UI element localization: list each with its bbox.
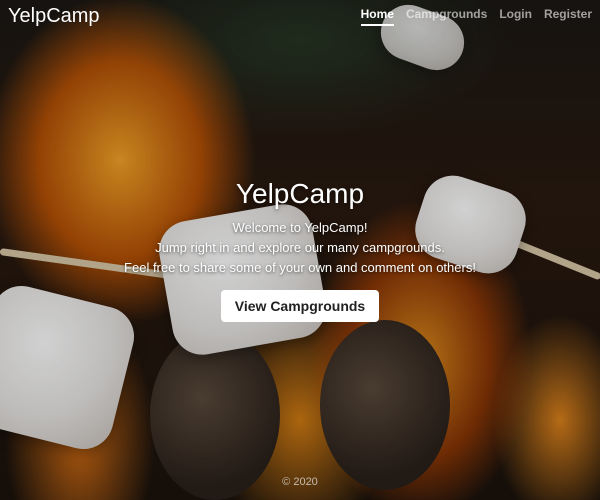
- brand-logo[interactable]: YelpCamp: [8, 5, 100, 28]
- navbar: YelpCamp Home Campgrounds Login Register: [0, 0, 600, 30]
- footer: © 2020: [0, 476, 600, 488]
- hero-welcome: Welcome to YelpCamp!: [232, 220, 368, 235]
- hero-title: YelpCamp: [235, 178, 365, 209]
- nav-home[interactable]: Home: [360, 7, 394, 26]
- hero-explore: Jump right in and explore our many campg…: [155, 240, 445, 255]
- hero-section: YelpCamp Welcome to YelpCamp! Jump right…: [0, 178, 600, 322]
- hero-share: Feel free to share some of your own and …: [124, 260, 476, 275]
- nav-login[interactable]: Login: [499, 7, 532, 26]
- nav-register[interactable]: Register: [544, 7, 592, 26]
- copyright-text: © 2020: [282, 476, 318, 488]
- nav-campgrounds[interactable]: Campgrounds: [406, 7, 487, 26]
- view-campgrounds-button[interactable]: View Campgrounds: [220, 290, 380, 322]
- nav-links: Home Campgrounds Login Register: [360, 5, 592, 26]
